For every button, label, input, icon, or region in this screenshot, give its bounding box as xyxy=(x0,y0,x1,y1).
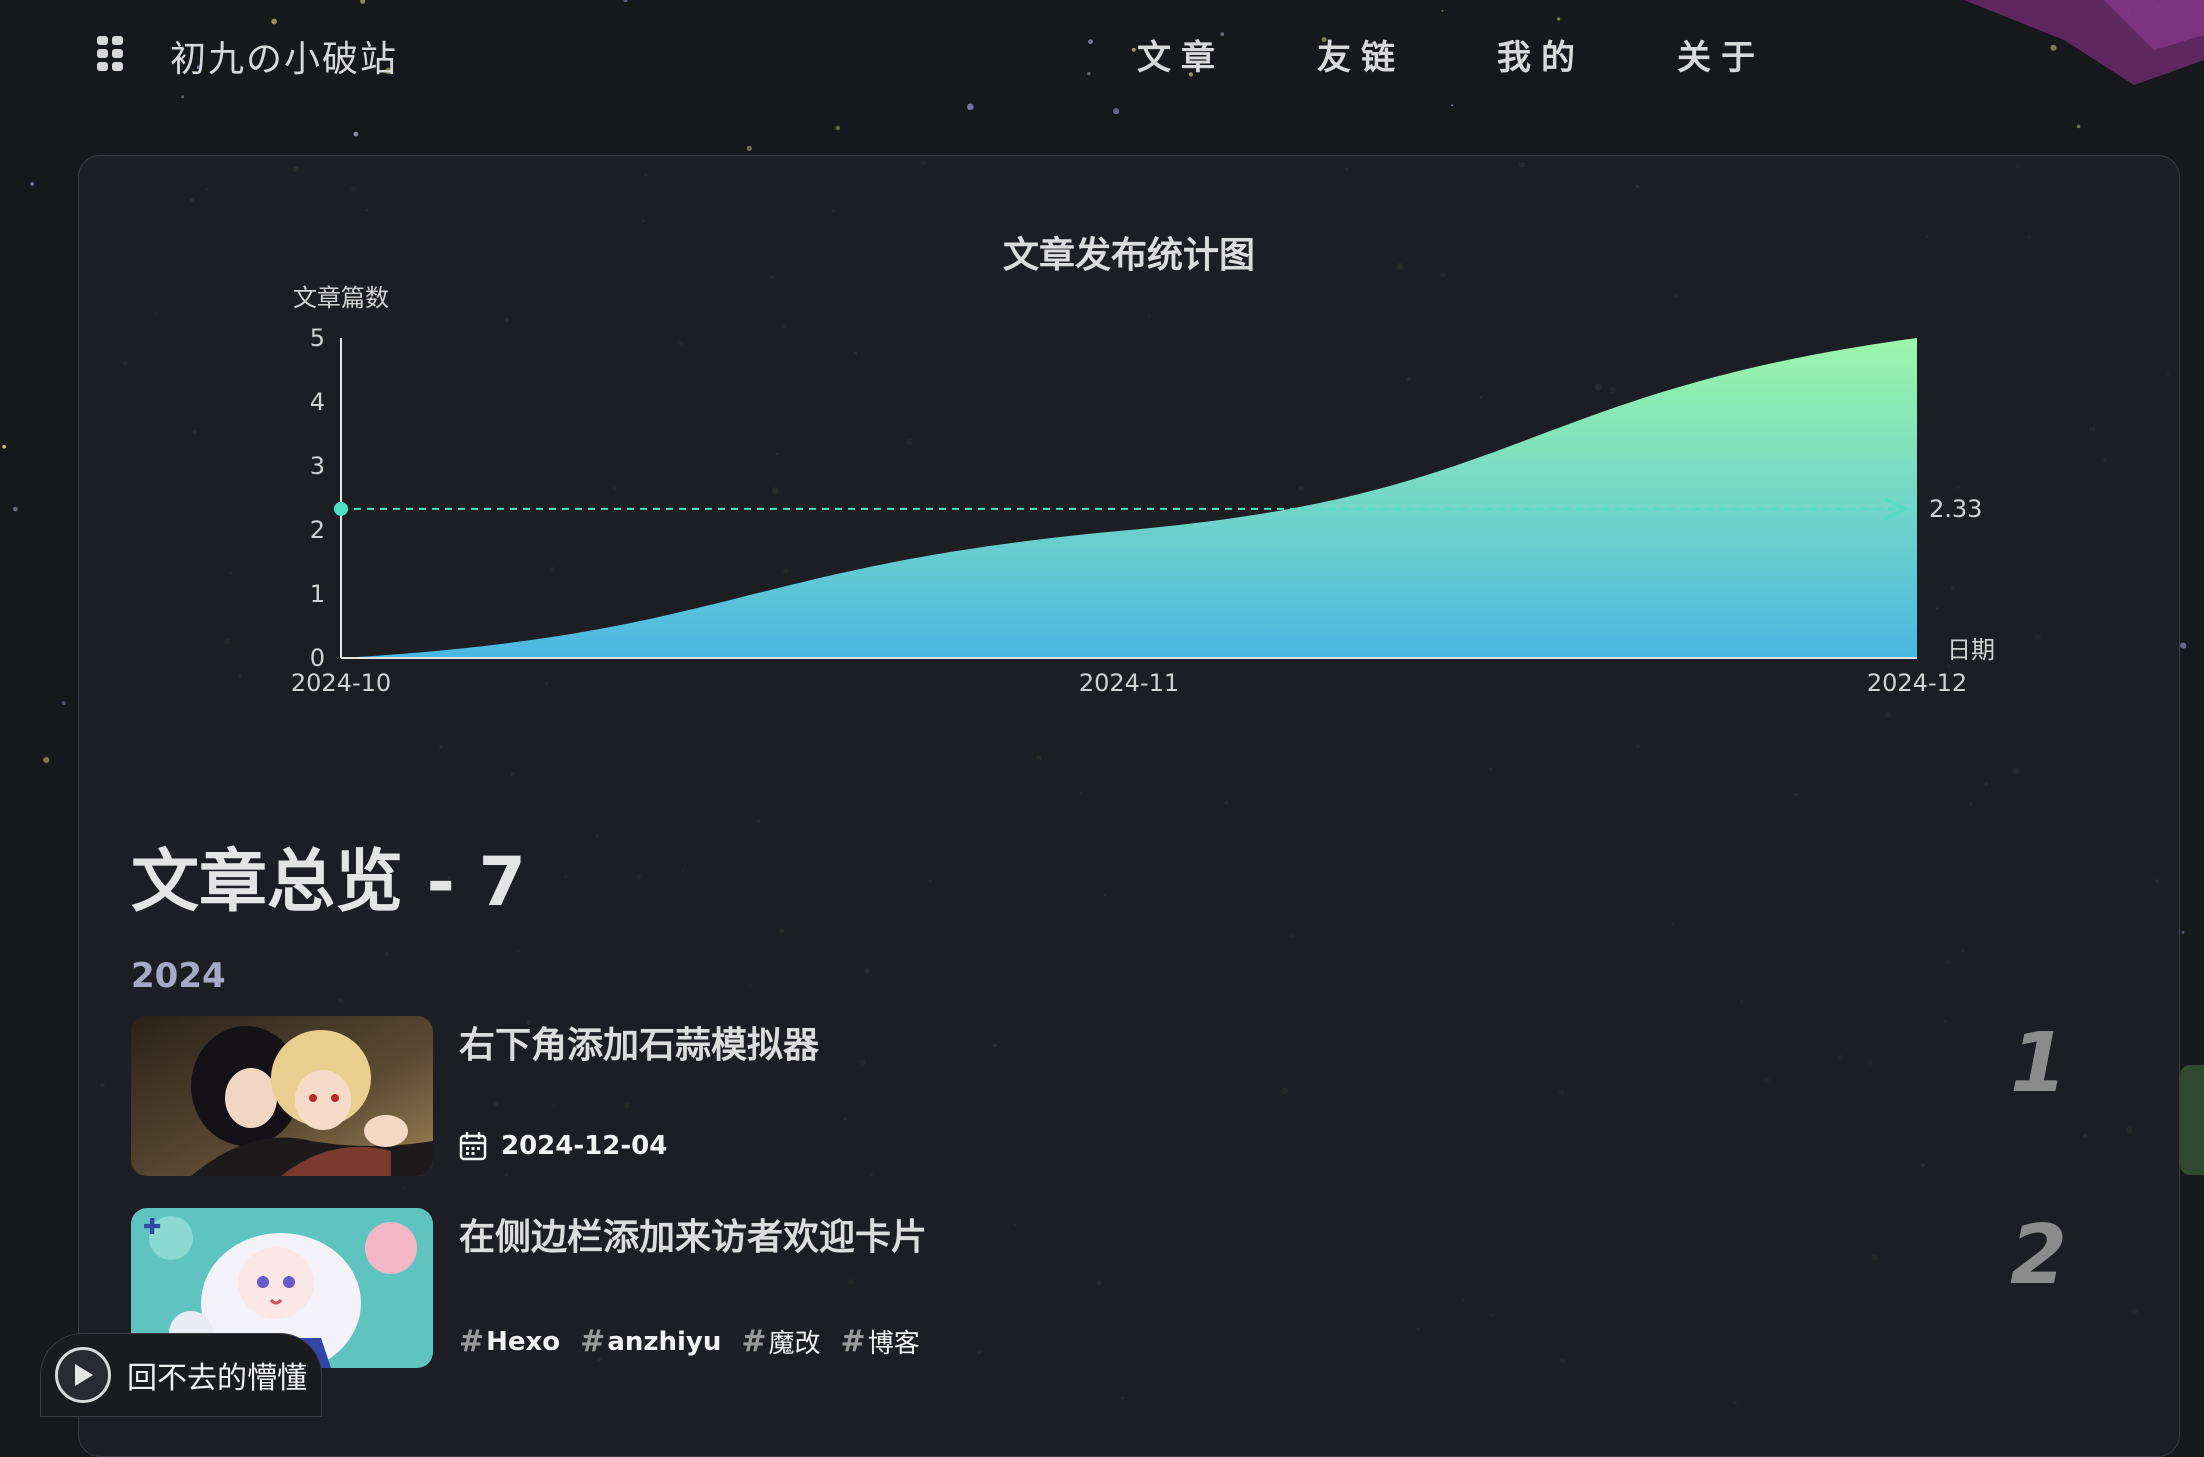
post-tags: # Hexo # anzhiyu # 魔改 # 博客 xyxy=(459,1323,920,1360)
archive-card: 文章发布统计图 0 1 2 3 4 5 2024-10 2024-11 2024-12 文章篇数日… xyxy=(78,155,2180,1457)
y-tick-label: 0 xyxy=(310,644,325,672)
post-stats-chart: 0 1 2 3 4 5 2024-10 2024-11 2024-12 文章篇数日期 2.33 xyxy=(291,284,1995,697)
star-dot xyxy=(2181,930,2185,934)
nav-articles[interactable]: 文章 xyxy=(1137,30,1225,79)
nav-about[interactable]: 关于 xyxy=(1677,30,1765,79)
y-tick-label: 2 xyxy=(310,516,325,544)
star-dot xyxy=(13,506,18,512)
post-item[interactable]: ✚ 在侧边栏添加来访者欢迎卡片 # Hexo # anzhiyu # 魔改 # 博客 2 xyxy=(131,1208,2131,1368)
star-dot xyxy=(746,145,752,151)
music-player[interactable]: 回不去的懵懂 xyxy=(40,1333,322,1417)
star-dot xyxy=(2180,642,2187,649)
y-axis-label: 文章篇数 xyxy=(293,284,389,312)
x-tick-label: 2024-12 xyxy=(1867,669,1967,697)
post-thumbnail[interactable] xyxy=(131,1016,433,1176)
tag-hexo[interactable]: # Hexo xyxy=(459,1324,560,1359)
y-tick-label: 1 xyxy=(310,580,325,608)
tag-anzhiyu[interactable]: # anzhiyu xyxy=(580,1324,721,1359)
star-dot xyxy=(835,125,841,131)
year-heading: 2024 xyxy=(131,956,226,996)
markline-label: 2.33 xyxy=(1929,495,1982,523)
top-navbar: 初九の小破站 文章 友链 我的 关于 xyxy=(0,0,2204,112)
post-date: 2024-12-04 xyxy=(459,1131,667,1161)
tag-blog[interactable]: # 博客 xyxy=(841,1323,920,1360)
post-index: 2 xyxy=(2009,1208,2067,1303)
site-title[interactable]: 初九の小破站 xyxy=(170,30,398,82)
post-title[interactable]: 右下角添加石蒜模拟器 xyxy=(459,1016,819,1068)
star-dot xyxy=(61,701,66,706)
markline-start-dot xyxy=(334,501,348,516)
star-dot xyxy=(2076,124,2081,129)
star-dot xyxy=(30,182,34,186)
song-title: 回不去的懵懂 xyxy=(127,1361,307,1396)
play-icon xyxy=(75,1364,93,1386)
tag-mod[interactable]: # 魔改 xyxy=(741,1323,820,1360)
hash-icon: # xyxy=(580,1324,606,1359)
overview-title: 文章总览 - 7 xyxy=(131,843,526,922)
x-tick-label: 2024-11 xyxy=(1079,669,1179,697)
nav-friend-links[interactable]: 友链 xyxy=(1317,30,1405,79)
svg-text:✚: ✚ xyxy=(143,1215,161,1240)
post-title[interactable]: 在侧边栏添加来访者欢迎卡片 xyxy=(459,1208,927,1260)
main-nav: 文章 友链 我的 关于 xyxy=(1137,30,1765,79)
star-dot xyxy=(43,757,50,763)
post-index: 1 xyxy=(2009,1016,2067,1111)
y-tick-label: 4 xyxy=(310,388,325,416)
post-item[interactable]: 右下角添加石蒜模拟器 2024-12-04 1 xyxy=(131,1016,2131,1176)
hash-icon: # xyxy=(741,1324,767,1359)
x-axis-label: 日期 xyxy=(1947,636,1995,664)
play-button[interactable] xyxy=(55,1347,111,1403)
y-tick-label: 3 xyxy=(310,452,325,480)
area-series xyxy=(341,338,1917,658)
y-tick-label: 5 xyxy=(310,324,325,352)
menu-grid-icon[interactable] xyxy=(97,36,125,72)
post-date-text: 2024-12-04 xyxy=(501,1131,668,1161)
nav-mine[interactable]: 我的 xyxy=(1497,30,1585,79)
hash-icon: # xyxy=(459,1324,485,1359)
star-dot xyxy=(353,131,359,137)
side-widget-edge xyxy=(2180,1065,2204,1175)
x-tick-label: 2024-10 xyxy=(291,669,391,697)
hash-icon: # xyxy=(840,1324,866,1359)
star-dot xyxy=(2,445,6,449)
calendar-icon xyxy=(459,1132,487,1161)
